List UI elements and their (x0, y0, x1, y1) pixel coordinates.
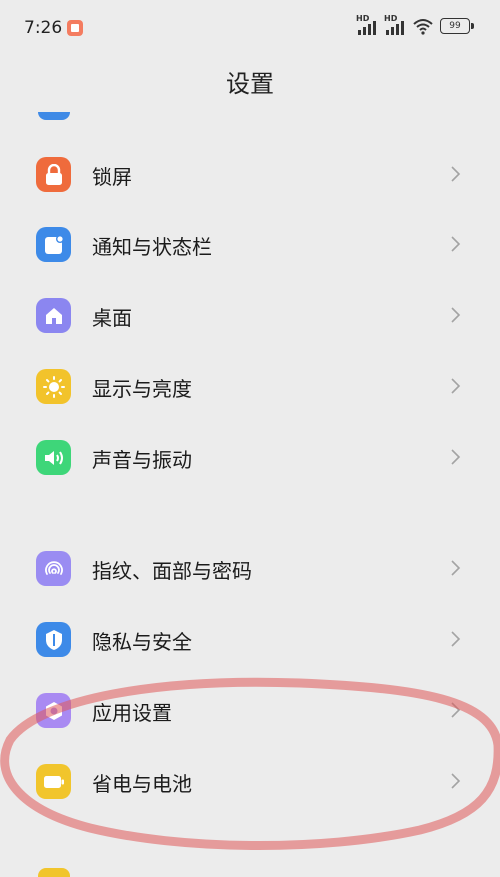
cellular-signal-icon: HD (384, 15, 406, 35)
fingerprint-icon (36, 551, 71, 586)
battery-indicator: 99 (440, 18, 474, 34)
page-title: 设置 (226, 70, 274, 98)
menu-item-label: 应用设置 (92, 701, 172, 725)
home-icon (36, 298, 71, 333)
menu-item-label: 隐私与安全 (92, 630, 192, 654)
battery-icon (36, 764, 71, 799)
status-indicators: HD HD 99 (356, 15, 474, 35)
status-time: 7:26 (24, 18, 63, 38)
chevron-right-icon (451, 307, 461, 323)
chevron-right-icon (451, 631, 461, 647)
chevron-right-icon (451, 449, 461, 465)
chevron-right-icon (451, 773, 461, 789)
menu-item-label: 显示与亮度 (92, 377, 192, 401)
notification-icon (36, 227, 71, 262)
menu-item-privacy-security[interactable]: 隐私与安全 (0, 604, 500, 674)
chevron-right-icon (451, 166, 461, 182)
menu-item-sound-vibration[interactable]: 声音与振动 (0, 422, 500, 492)
wifi-icon (413, 19, 433, 35)
menu-item-label: 声音与振动 (92, 448, 192, 472)
menu-item-notifications[interactable]: 通知与状态栏 (0, 209, 500, 279)
menu-item-desktop[interactable]: 桌面 (0, 280, 500, 350)
chevron-right-icon (451, 702, 461, 718)
menu-item-label: 指纹、面部与密码 (92, 559, 252, 583)
chevron-right-icon (451, 378, 461, 394)
shield-icon (36, 622, 71, 657)
menu-item-fingerprint-face-password[interactable]: 指纹、面部与密码 (0, 533, 500, 603)
cellular-signal-icon: HD (356, 15, 378, 35)
menu-item-power-battery[interactable]: 省电与电池 (0, 746, 500, 816)
menu-item-app-settings[interactable]: 应用设置 (0, 675, 500, 745)
menu-item-display-brightness[interactable]: 显示与亮度 (0, 351, 500, 421)
speaker-icon (36, 440, 71, 475)
chevron-right-icon (451, 560, 461, 576)
chevron-right-icon (451, 236, 461, 252)
status-bar: 7:26 HD HD 99 (0, 0, 500, 58)
partial-menu-icon (38, 112, 70, 120)
notification-app-icon (67, 20, 83, 36)
partial-menu-icon (38, 868, 70, 877)
menu-item-label: 桌面 (92, 306, 132, 330)
app-settings-icon (36, 693, 71, 728)
lock-icon (36, 157, 71, 192)
menu-item-label: 锁屏 (92, 165, 132, 189)
menu-item-label: 通知与状态栏 (92, 235, 212, 259)
menu-item-lock-screen[interactable]: 锁屏 (0, 139, 500, 209)
menu-item-label: 省电与电池 (92, 772, 192, 796)
sun-icon (36, 369, 71, 404)
